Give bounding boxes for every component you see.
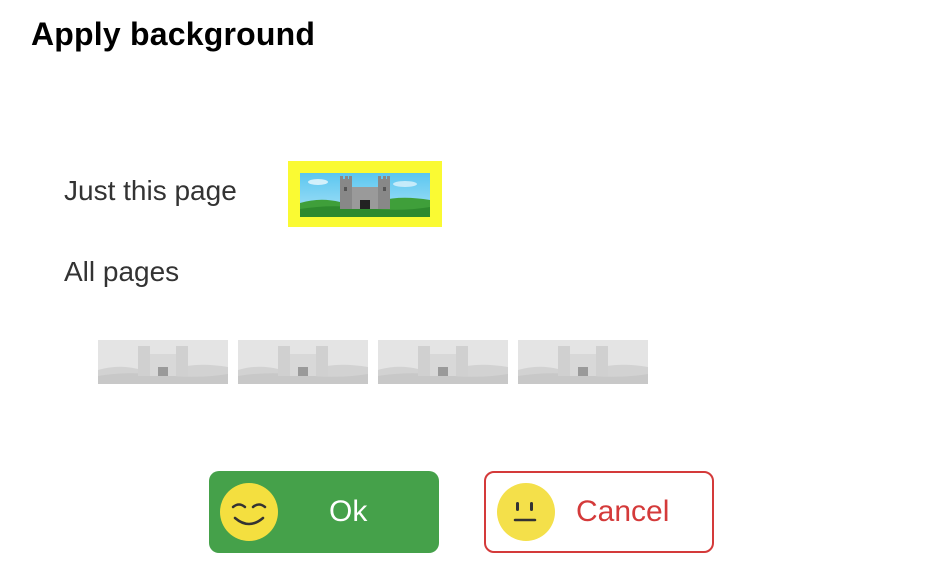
castle-background-image	[378, 340, 508, 384]
castle-background-image	[238, 340, 368, 384]
ok-button-label: Ok	[329, 495, 368, 528]
castle-background-image	[518, 340, 648, 384]
option-just-this-page-label[interactable]: Just this page	[64, 175, 237, 207]
option-all-pages-label[interactable]: All pages	[64, 256, 179, 288]
apply-background-dialog: Apply background Just this page All page…	[0, 0, 926, 580]
cancel-button-label: Cancel	[576, 495, 670, 528]
page-thumbnail[interactable]	[378, 340, 508, 384]
castle-background-image	[98, 340, 228, 384]
smiling-face-icon	[219, 482, 279, 542]
cancel-button[interactable]: Cancel	[484, 471, 714, 553]
page-thumbnail[interactable]	[98, 340, 228, 384]
dialog-title: Apply background	[31, 16, 316, 52]
background-thumbnail-this-page[interactable]	[288, 161, 442, 227]
castle-background-image	[300, 173, 430, 217]
ok-button[interactable]: Ok	[209, 471, 439, 553]
all-pages-thumbnail-row	[98, 340, 658, 384]
page-thumbnail[interactable]	[238, 340, 368, 384]
page-thumbnail[interactable]	[518, 340, 648, 384]
neutral-face-icon	[496, 482, 556, 542]
